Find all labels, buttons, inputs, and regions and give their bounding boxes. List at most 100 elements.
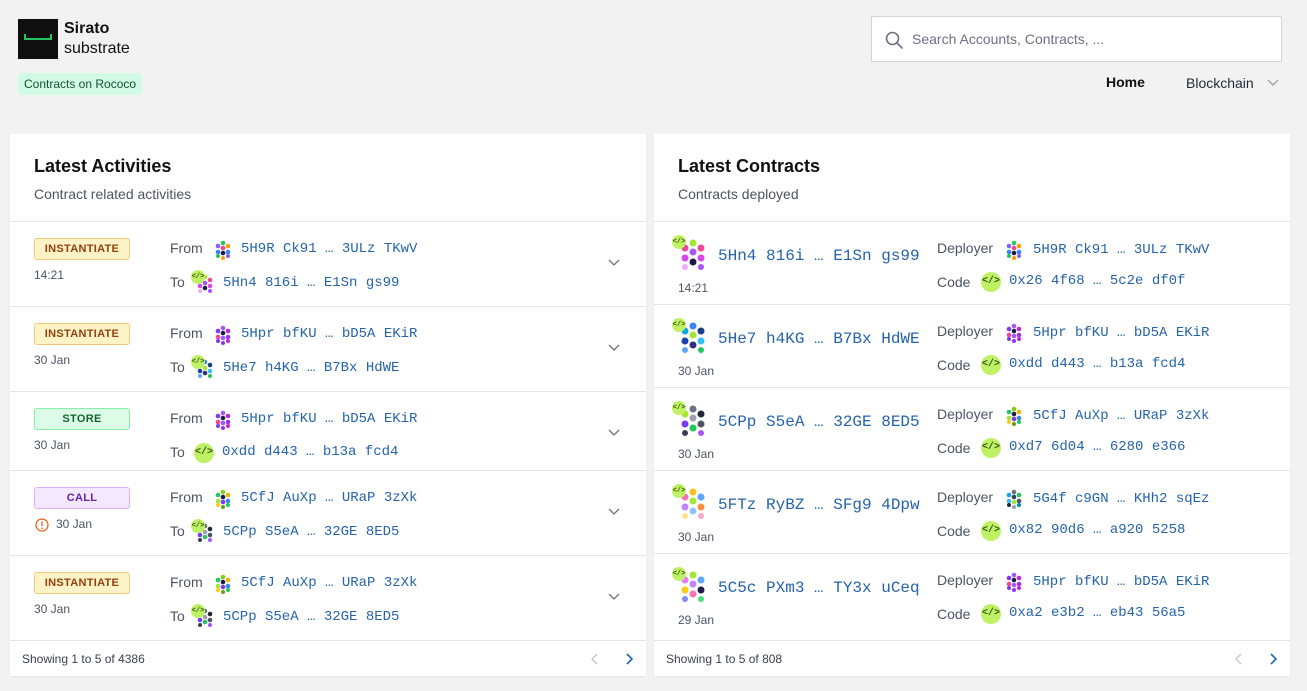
panel-header: Latest Contracts Contracts deployed xyxy=(654,134,1290,222)
deployer-address-link[interactable]: 5Hpr bfKU … bD5A EKiR xyxy=(1033,325,1209,341)
contract-row[interactable]: </> 5He7 h4KG … B7Bx HdWE 30 Jan Deploye… xyxy=(654,305,1290,388)
code-icon: </> xyxy=(981,521,1001,541)
from-address-link[interactable]: 5CfJ AuXp … URaP 3zXk xyxy=(241,490,417,506)
code-icon: </> xyxy=(981,355,1001,375)
pagination-footer: Showing 1 to 5 of 808 xyxy=(654,640,1290,676)
deployer-label: Deployer xyxy=(937,406,994,422)
warning-icon xyxy=(35,518,49,532)
contract-address-link[interactable]: 5CPp S5eA … 32GE 8ED5 xyxy=(718,413,920,431)
deployer-address-link[interactable]: 5Hpr bfKU … bD5A EKiR xyxy=(1033,574,1209,590)
identicon-icon xyxy=(215,574,231,594)
code-hash-link[interactable]: 0xdd d443 … b13a fcd4 xyxy=(1009,356,1185,372)
from-address-link[interactable]: 5Hpr bfKU … bD5A EKiR xyxy=(241,326,417,342)
network-badge: Contracts on Rococo xyxy=(18,73,143,95)
chevron-left-icon[interactable] xyxy=(1232,652,1246,666)
contract-address-link[interactable]: 5He7 h4KG … B7Bx HdWE xyxy=(718,330,920,348)
activity-time: 30 Jan xyxy=(34,353,71,367)
contract-row[interactable]: </> 5Hn4 816i … E1Sn gs99 14:21 Deployer… xyxy=(654,222,1290,305)
to-address-link[interactable]: 5He7 h4KG … B7Bx HdWE xyxy=(223,360,399,376)
contract-badge-icon: </> xyxy=(672,401,686,415)
to-address-link[interactable]: 5Hn4 816i … E1Sn gs99 xyxy=(223,275,399,291)
brand-name: Sirato xyxy=(64,20,110,37)
latest-activities-panel: Latest Activities Contract related activ… xyxy=(10,134,646,676)
contract-address-link[interactable]: 5Hn4 816i … E1Sn gs99 xyxy=(718,247,920,265)
to-label: To xyxy=(170,523,185,539)
from-address-link[interactable]: 5Hpr bfKU … bD5A EKiR xyxy=(241,411,417,427)
chevron-down-icon[interactable] xyxy=(608,593,620,601)
chevron-down-icon[interactable] xyxy=(1266,78,1280,88)
activity-row[interactable]: STORE 30 Jan From 5Hpr bfKU … bD5A EKiR … xyxy=(10,392,646,471)
contract-badge-icon: </> xyxy=(191,604,205,618)
panel-header: Latest Activities Contract related activ… xyxy=(10,134,646,222)
chevron-down-icon[interactable] xyxy=(608,508,620,516)
code-hash-link[interactable]: 0xd7 6d04 … 6280 e366 xyxy=(1009,439,1185,455)
to-label: To xyxy=(170,444,185,460)
identicon-icon xyxy=(1006,323,1022,343)
to-label: To xyxy=(170,608,185,624)
nav-blockchain[interactable]: Blockchain xyxy=(1186,75,1254,91)
code-label: Code xyxy=(937,274,971,290)
deployer-address-link[interactable]: 5H9R Ck91 … 3ULz TKwV xyxy=(1033,242,1209,258)
code-label: Code xyxy=(937,606,971,622)
sirato-logo[interactable] xyxy=(18,19,58,59)
code-hash-link[interactable]: 0xa2 e3b2 … eb43 56a5 xyxy=(1009,605,1185,621)
activity-row[interactable]: INSTANTIATE 30 Jan From 5Hpr bfKU … bD5A… xyxy=(10,307,646,392)
contract-badge-icon: </> xyxy=(191,270,205,284)
from-address-link[interactable]: 5CfJ AuXp … URaP 3zXk xyxy=(241,575,417,591)
activity-time: 30 Jan xyxy=(56,517,93,531)
contract-address-link[interactable]: 5FTz RyBZ … SFg9 4Dpw xyxy=(718,496,920,514)
to-label: To xyxy=(170,359,185,375)
identicon-icon xyxy=(215,240,231,260)
panel-subtitle: Contracts deployed xyxy=(678,186,799,202)
to-address-link[interactable]: 5CPp S5eA … 32GE 8ED5 xyxy=(223,609,399,625)
deployer-address-link[interactable]: 5G4f c9GN … KHh2 sqEz xyxy=(1033,491,1209,507)
activity-type-badge: INSTANTIATE xyxy=(34,238,130,260)
contract-badge-icon: </> xyxy=(672,567,686,581)
code-hash-link[interactable]: 0x82 90d6 … a920 5258 xyxy=(1009,522,1185,538)
chevron-right-icon[interactable] xyxy=(1266,652,1280,666)
identicon-icon xyxy=(215,489,231,509)
search-input[interactable] xyxy=(912,17,1272,61)
contract-time: 30 Jan xyxy=(678,530,715,544)
code-icon: </> xyxy=(981,604,1001,624)
activity-row[interactable]: INSTANTIATE 30 Jan From 5CfJ AuXp … URaP… xyxy=(10,556,646,641)
to-address-link[interactable]: 5CPp S5eA … 32GE 8ED5 xyxy=(223,524,399,540)
chevron-left-icon[interactable] xyxy=(588,652,602,666)
chevron-down-icon[interactable] xyxy=(608,259,620,267)
chevron-down-icon[interactable] xyxy=(608,344,620,352)
activity-time: 30 Jan xyxy=(34,602,71,616)
identicon-icon xyxy=(1006,240,1022,260)
to-code-link[interactable]: 0xdd d443 … b13a fcd4 xyxy=(222,444,398,460)
pagination-footer: Showing 1 to 5 of 4386 xyxy=(10,640,646,676)
contract-row[interactable]: </> 5CPp S5eA … 32GE 8ED5 30 Jan Deploye… xyxy=(654,388,1290,471)
chevron-right-icon[interactable] xyxy=(622,652,636,666)
code-icon: </> xyxy=(194,443,214,463)
chevron-down-icon[interactable] xyxy=(608,429,620,437)
contract-time: 30 Jan xyxy=(678,364,715,378)
activity-type-badge: INSTANTIATE xyxy=(34,323,130,345)
to-label: To xyxy=(170,274,185,290)
contract-row[interactable]: </> 5C5c PXm3 … TY3x uCeq 29 Jan Deploye… xyxy=(654,554,1290,637)
panel-title: Latest Contracts xyxy=(678,156,821,176)
from-label: From xyxy=(170,325,203,341)
identicon-icon xyxy=(1006,489,1022,509)
contract-row[interactable]: </> 5FTz RyBZ … SFg9 4Dpw 30 Jan Deploye… xyxy=(654,471,1290,554)
contract-badge-icon: </> xyxy=(672,318,686,332)
code-label: Code xyxy=(937,440,971,456)
activity-row[interactable]: CALL 30 Jan From 5CfJ AuXp … URaP 3zXk T… xyxy=(10,471,646,556)
identicon-icon xyxy=(215,410,231,430)
activity-time: 30 Jan xyxy=(34,438,71,452)
identicon-icon xyxy=(215,325,231,345)
search-box[interactable] xyxy=(871,16,1282,62)
contract-badge-icon: </> xyxy=(191,519,205,533)
deployer-address-link[interactable]: 5CfJ AuXp … URaP 3zXk xyxy=(1033,408,1209,424)
from-label: From xyxy=(170,574,203,590)
code-hash-link[interactable]: 0x26 4f68 … 5c2e df0f xyxy=(1009,273,1185,289)
contract-time: 14:21 xyxy=(678,281,709,295)
identicon-icon xyxy=(1006,572,1022,592)
contract-address-link[interactable]: 5C5c PXm3 … TY3x uCeq xyxy=(718,579,920,597)
from-address-link[interactable]: 5H9R Ck91 … 3ULz TKwV xyxy=(241,241,417,257)
nav-home[interactable]: Home xyxy=(1106,74,1145,90)
from-label: From xyxy=(170,240,203,256)
activity-row[interactable]: INSTANTIATE 14:21 From 5H9R Ck91 … 3ULz … xyxy=(10,222,646,307)
